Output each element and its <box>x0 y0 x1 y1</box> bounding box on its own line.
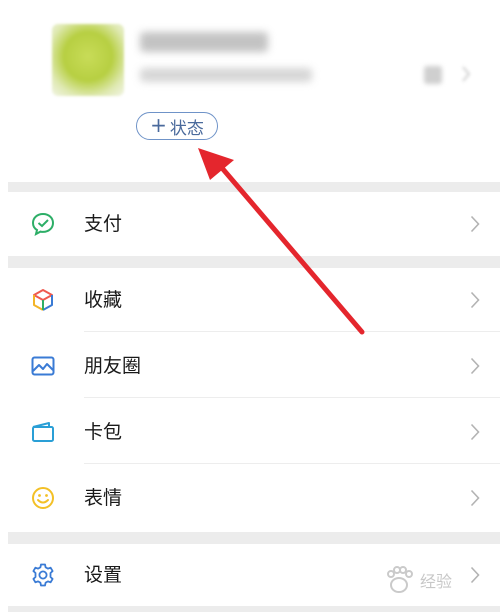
blurred-nickname <box>140 32 268 52</box>
row-divider <box>84 397 500 398</box>
gear-icon <box>32 563 54 587</box>
menu-item-label: 支付 <box>84 212 123 235</box>
menu-item-label: 朋友圈 <box>84 354 142 377</box>
watermark-text: 经验 <box>420 572 453 591</box>
section-gap <box>8 532 500 544</box>
section-gap <box>8 182 500 192</box>
picture-icon <box>31 356 55 376</box>
smiley-icon <box>32 487 54 509</box>
status-button-label: 状态 <box>169 118 204 139</box>
cube-icon <box>33 289 53 311</box>
profile-chevron-icon[interactable] <box>462 66 470 82</box>
section-gap <box>8 606 500 612</box>
chevron-right-icon <box>470 215 480 233</box>
plus-icon: + <box>150 113 167 137</box>
menu-item-cards[interactable]: 卡包 <box>8 400 500 464</box>
menu-item-pay[interactable]: 支付 <box>8 192 500 256</box>
blurred-wechat-id <box>140 68 312 82</box>
section-gap <box>8 256 500 268</box>
chevron-right-icon <box>470 291 480 309</box>
avatar[interactable] <box>52 24 124 96</box>
menu-item-stickers[interactable]: 表情 <box>8 466 500 530</box>
wechat-pay-icon <box>31 212 55 236</box>
menu-item-label: 卡包 <box>84 420 123 443</box>
menu-item-label: 表情 <box>84 486 123 509</box>
row-divider <box>84 331 500 332</box>
chevron-right-icon <box>470 423 480 441</box>
wallet-icon <box>32 422 54 442</box>
chevron-right-icon <box>470 489 480 507</box>
menu-item-moments[interactable]: 朋友圈 <box>8 334 500 398</box>
menu-item-label: 收藏 <box>84 288 123 311</box>
menu-item-favorites[interactable]: 收藏 <box>8 268 500 332</box>
qr-code-icon[interactable] <box>424 66 442 84</box>
row-divider <box>84 463 500 464</box>
baidu-watermark: 经验 <box>382 560 498 600</box>
add-status-button[interactable]: + 状态 <box>136 112 218 140</box>
profile-header: + 状态 <box>0 0 500 182</box>
menu-item-label: 设置 <box>84 563 123 586</box>
chevron-right-icon <box>470 357 480 375</box>
paw-logo-icon <box>387 566 413 593</box>
